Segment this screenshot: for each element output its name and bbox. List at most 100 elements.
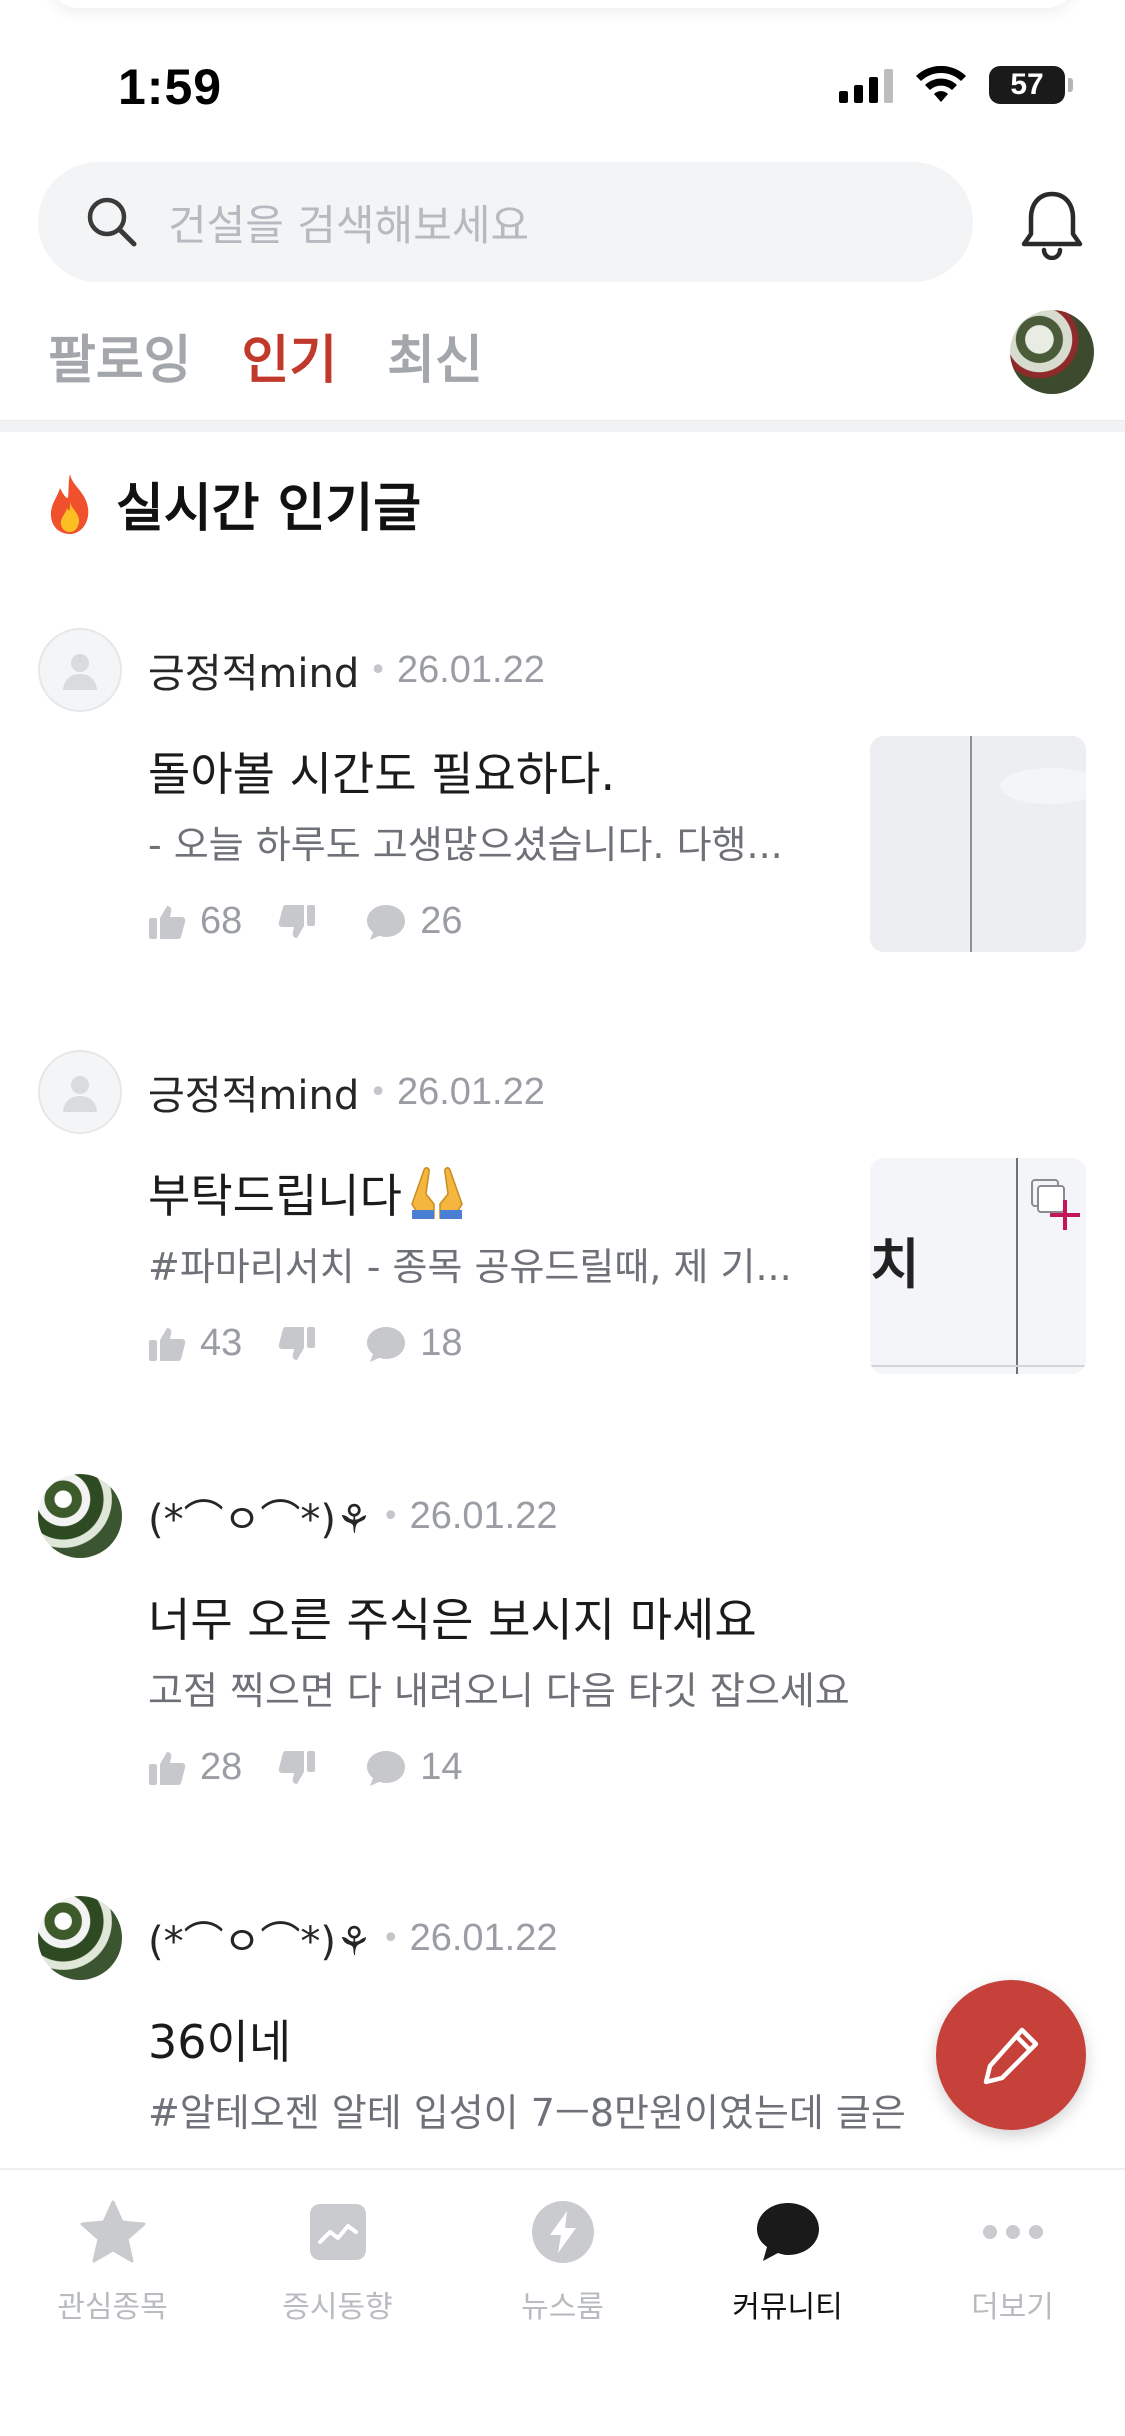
notification-bell-icon[interactable] xyxy=(1010,182,1094,266)
comment-icon xyxy=(367,904,406,940)
post-date: 26.01.22 xyxy=(396,1070,545,1113)
thumbs-up-icon xyxy=(149,1751,186,1785)
status-icons: 57 xyxy=(839,66,1073,104)
post-stats: 68 26 xyxy=(148,900,499,943)
feed-tabs: 팔로잉 인기 최신 xyxy=(48,310,533,427)
bolt-icon xyxy=(531,2201,594,2263)
post-title-text: 부탁드립니다 xyxy=(148,1169,402,1223)
tab-popular[interactable]: 인기 xyxy=(221,310,357,427)
thumbs-down-icon xyxy=(279,1750,316,1784)
comment-icon xyxy=(367,1326,406,1362)
author-name[interactable]: 긍정적mind xyxy=(148,1063,359,1121)
dislike-button[interactable] xyxy=(278,904,330,940)
post-author-row: 긍정적mind • 26.01.22 xyxy=(38,628,545,712)
post-item[interactable]: (*⌒ㅇ⌒*)⚘ • 26.01.22 너무 오른 주식은 보시지 마세요 고점… xyxy=(0,1474,1125,1804)
comment-icon xyxy=(367,1750,406,1786)
nav-label: 더보기 xyxy=(971,2290,1054,2325)
separator-dot: • xyxy=(369,1074,387,1110)
avatar[interactable] xyxy=(38,1050,122,1134)
pencil-icon xyxy=(983,2027,1039,2085)
tab-latest[interactable]: 최신 xyxy=(387,310,483,419)
post-title: 돌아볼 시간도 필요하다. xyxy=(148,747,616,801)
author-name[interactable]: 긍정적mind xyxy=(148,641,359,699)
comment-stat[interactable]: 26 xyxy=(366,900,463,943)
post-title: 부탁드립니다 xyxy=(148,1160,468,1226)
post-thumbnail[interactable]: 치 xyxy=(870,1158,1086,1374)
status-time: 1:59 xyxy=(118,59,223,115)
post-item[interactable]: 긍정적mind • 26.01.22 부탁드립니다 #파마리서치 - 종목 공유… xyxy=(0,1050,1125,1380)
comment-count: 26 xyxy=(420,900,463,942)
avatar[interactable] xyxy=(38,1896,122,1980)
search-bar[interactable]: 건설을 검색해보세요 xyxy=(38,162,973,282)
battery-icon: 57 xyxy=(989,66,1073,104)
thumbs-up-icon xyxy=(149,1327,186,1361)
like-count: 28 xyxy=(200,1746,243,1788)
post-title: 36이네 xyxy=(148,2015,292,2069)
comment-stat[interactable]: 18 xyxy=(366,1322,463,1365)
like-count: 68 xyxy=(200,900,243,942)
post-snippet: #알테오젠 알테 입성이 7ㅡ8만원이였는데 글은 xyxy=(148,2091,906,2135)
separator-dot: • xyxy=(369,652,387,688)
nav-label: 커뮤니티 xyxy=(732,2290,843,2325)
chat-bubble-icon xyxy=(756,2203,819,2261)
nav-newsroom[interactable]: 뉴스룸 xyxy=(450,2170,675,2436)
post-stats: 28 14 xyxy=(148,1746,499,1789)
like-stat[interactable]: 68 xyxy=(148,900,242,943)
post-date: 26.01.22 xyxy=(409,1916,558,1959)
separator-dot: • xyxy=(381,1920,400,1956)
nav-watchlist[interactable]: 관심종목 xyxy=(0,2170,225,2436)
thumbs-down-icon xyxy=(279,904,316,938)
bottom-navigation: 관심종목 증시동향 뉴스룸 커뮤니티 더보기 xyxy=(0,2168,1125,2436)
status-bar: 1:59 57 xyxy=(0,0,1125,150)
wifi-icon xyxy=(916,66,966,102)
like-stat[interactable]: 28 xyxy=(148,1746,242,1789)
post-snippet: - 오늘 하루도 고생많으셨습니다. 다행... xyxy=(148,823,783,867)
author-name[interactable]: (*⌒ㅇ⌒*)⚘ xyxy=(148,1909,372,1967)
post-title: 너무 오른 주식은 보시지 마세요 xyxy=(148,1593,757,1647)
search-icon xyxy=(87,197,137,247)
nav-label: 뉴스룸 xyxy=(521,2290,604,2325)
fire-icon xyxy=(50,473,89,534)
cellular-signal-icon xyxy=(839,67,893,103)
post-snippet: 고점 찍으면 다 내려오니 다음 타깃 잡으세요 xyxy=(148,1669,850,1713)
chart-icon xyxy=(309,2204,366,2260)
post-thumbnail[interactable] xyxy=(870,736,1086,952)
like-count: 43 xyxy=(200,1322,243,1364)
thumbs-up-icon xyxy=(149,905,186,939)
dislike-button[interactable] xyxy=(278,1326,330,1362)
dislike-button[interactable] xyxy=(278,1750,330,1786)
comment-count: 18 xyxy=(420,1322,463,1364)
comment-stat[interactable]: 14 xyxy=(366,1746,463,1789)
avatar[interactable] xyxy=(38,1474,122,1558)
like-stat[interactable]: 43 xyxy=(148,1322,242,1365)
thumbnail-image xyxy=(870,736,1086,952)
more-dots-icon xyxy=(982,2225,1043,2239)
post-author-row: (*⌒ㅇ⌒*)⚘ • 26.01.22 xyxy=(38,1474,558,1558)
author-name[interactable]: (*⌒ㅇ⌒*)⚘ xyxy=(148,1487,372,1545)
post-date: 26.01.22 xyxy=(396,648,545,691)
comment-count: 14 xyxy=(420,1746,463,1788)
write-post-button[interactable] xyxy=(936,1980,1086,2130)
post-item[interactable]: 긍정적mind • 26.01.22 돌아볼 시간도 필요하다. - 오늘 하루… xyxy=(0,628,1125,958)
nav-market-trends[interactable]: 증시동향 xyxy=(225,2170,450,2436)
nav-label: 관심종목 xyxy=(57,2290,168,2325)
bottom-fade xyxy=(0,2140,1125,2170)
section-header: 실시간 인기글 xyxy=(42,466,421,541)
tab-divider xyxy=(0,420,1125,432)
nav-more[interactable]: 더보기 xyxy=(900,2170,1125,2436)
thumbs-down-icon xyxy=(279,1326,316,1360)
battery-level: 57 xyxy=(1010,68,1044,101)
search-placeholder: 건설을 검색해보세요 xyxy=(168,200,530,250)
avatar[interactable] xyxy=(38,628,122,712)
post-date: 26.01.22 xyxy=(409,1494,558,1537)
tab-following[interactable]: 팔로잉 xyxy=(48,310,192,419)
default-user-icon xyxy=(63,654,97,690)
thumbnail-text: 치 xyxy=(870,1233,920,1296)
profile-avatar[interactable] xyxy=(1010,310,1094,394)
star-icon xyxy=(80,2200,145,2263)
separator-dot: • xyxy=(381,1498,400,1534)
post-author-row: 긍정적mind • 26.01.22 xyxy=(38,1050,545,1134)
post-author-row: (*⌒ㅇ⌒*)⚘ • 26.01.22 xyxy=(38,1896,558,1980)
folded-hands-emoji xyxy=(406,1164,468,1220)
nav-community[interactable]: 커뮤니티 xyxy=(675,2170,900,2436)
